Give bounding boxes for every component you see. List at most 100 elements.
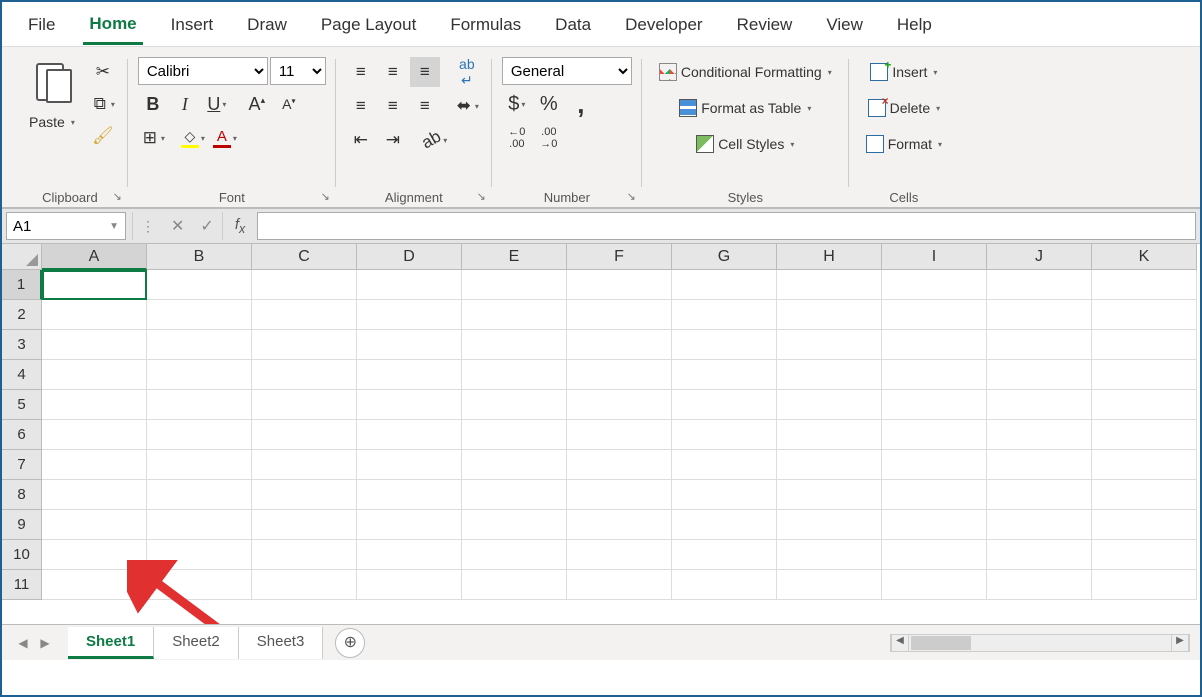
cell-H7[interactable] — [777, 450, 882, 480]
cell-K3[interactable] — [1092, 330, 1197, 360]
tab-review[interactable]: Review — [731, 11, 799, 43]
horizontal-scrollbar[interactable]: ◀ ▶ — [890, 634, 1190, 652]
cell-C10[interactable] — [252, 540, 357, 570]
cell-A9[interactable] — [42, 510, 147, 540]
cell-G11[interactable] — [672, 570, 777, 600]
cell-G7[interactable] — [672, 450, 777, 480]
cell-G1[interactable] — [672, 270, 777, 300]
cell-G10[interactable] — [672, 540, 777, 570]
cell-K7[interactable] — [1092, 450, 1197, 480]
cell-G3[interactable] — [672, 330, 777, 360]
cell-B9[interactable] — [147, 510, 252, 540]
cell-I2[interactable] — [882, 300, 987, 330]
cell-K11[interactable] — [1092, 570, 1197, 600]
cell-F6[interactable] — [567, 420, 672, 450]
cell-F5[interactable] — [567, 390, 672, 420]
font-name-select[interactable]: Calibri — [138, 57, 268, 85]
row-header-9[interactable]: 9 — [2, 510, 42, 540]
comma-button[interactable]: , — [566, 89, 596, 119]
cell-A3[interactable] — [42, 330, 147, 360]
sheet-tab-sheet3[interactable]: Sheet3 — [239, 627, 324, 659]
currency-button[interactable]: $ — [502, 89, 532, 119]
format-as-table-button[interactable]: Format as Table — [652, 93, 839, 123]
cell-I10[interactable] — [882, 540, 987, 570]
shrink-font-button[interactable]: A▾ — [274, 89, 304, 119]
column-header-D[interactable]: D — [357, 244, 462, 270]
column-header-C[interactable]: C — [252, 244, 357, 270]
cell-G5[interactable] — [672, 390, 777, 420]
enter-icon[interactable]: ✓ — [200, 216, 213, 236]
cell-A8[interactable] — [42, 480, 147, 510]
sheet-nav-next[interactable]: ▶ — [34, 632, 56, 654]
cell-C5[interactable] — [252, 390, 357, 420]
cell-B2[interactable] — [147, 300, 252, 330]
italic-button[interactable]: I — [170, 89, 200, 119]
borders-button[interactable]: ⊞ — [138, 123, 168, 153]
row-header-5[interactable]: 5 — [2, 390, 42, 420]
cell-J9[interactable] — [987, 510, 1092, 540]
wrap-text-button[interactable]: ab↵ — [452, 57, 482, 87]
cell-H11[interactable] — [777, 570, 882, 600]
cell-D10[interactable] — [357, 540, 462, 570]
format-cells-button[interactable]: Format — [859, 129, 949, 159]
cell-D9[interactable] — [357, 510, 462, 540]
cell-D8[interactable] — [357, 480, 462, 510]
cell-F3[interactable] — [567, 330, 672, 360]
cell-A6[interactable] — [42, 420, 147, 450]
cell-J11[interactable] — [987, 570, 1092, 600]
format-painter-button[interactable]: 🖌 — [88, 121, 118, 151]
font-color-button[interactable]: A — [210, 123, 240, 153]
tab-file[interactable]: File — [22, 11, 61, 43]
sheet-tab-sheet2[interactable]: Sheet2 — [154, 627, 239, 659]
cell-B5[interactable] — [147, 390, 252, 420]
cell-F2[interactable] — [567, 300, 672, 330]
cell-I5[interactable] — [882, 390, 987, 420]
delete-cells-button[interactable]: Delete — [859, 93, 949, 123]
cell-E3[interactable] — [462, 330, 567, 360]
cell-E8[interactable] — [462, 480, 567, 510]
cell-E5[interactable] — [462, 390, 567, 420]
cell-C2[interactable] — [252, 300, 357, 330]
cell-C7[interactable] — [252, 450, 357, 480]
cell-G6[interactable] — [672, 420, 777, 450]
cell-A5[interactable] — [42, 390, 147, 420]
cell-D4[interactable] — [357, 360, 462, 390]
column-header-G[interactable]: G — [672, 244, 777, 270]
row-header-7[interactable]: 7 — [2, 450, 42, 480]
select-all-corner[interactable] — [2, 244, 42, 270]
increase-indent-button[interactable]: ⇥ — [378, 125, 408, 155]
cell-I3[interactable] — [882, 330, 987, 360]
merge-center-button[interactable]: ⬌ — [452, 91, 482, 121]
cell-K10[interactable] — [1092, 540, 1197, 570]
cell-J1[interactable] — [987, 270, 1092, 300]
cell-J6[interactable] — [987, 420, 1092, 450]
bold-button[interactable]: B — [138, 89, 168, 119]
cell-C11[interactable] — [252, 570, 357, 600]
cell-F10[interactable] — [567, 540, 672, 570]
cell-I9[interactable] — [882, 510, 987, 540]
cell-H1[interactable] — [777, 270, 882, 300]
cell-I1[interactable] — [882, 270, 987, 300]
insert-cells-button[interactable]: Insert — [859, 57, 949, 87]
cell-J2[interactable] — [987, 300, 1092, 330]
percent-button[interactable]: % — [534, 89, 564, 119]
tab-help[interactable]: Help — [891, 11, 938, 43]
row-header-4[interactable]: 4 — [2, 360, 42, 390]
cell-K6[interactable] — [1092, 420, 1197, 450]
cell-D3[interactable] — [357, 330, 462, 360]
cell-E11[interactable] — [462, 570, 567, 600]
increase-decimal-button[interactable]: ←0.00 — [502, 123, 532, 153]
tab-data[interactable]: Data — [549, 11, 597, 43]
font-size-select[interactable]: 11 — [270, 57, 326, 85]
name-box[interactable]: A1▼ — [6, 212, 126, 240]
cell-F1[interactable] — [567, 270, 672, 300]
cell-H10[interactable] — [777, 540, 882, 570]
copy-button[interactable]: ⧉ — [88, 89, 118, 119]
cell-G4[interactable] — [672, 360, 777, 390]
tab-formulas[interactable]: Formulas — [444, 11, 527, 43]
cell-K5[interactable] — [1092, 390, 1197, 420]
add-sheet-button[interactable]: ⊕ — [335, 628, 365, 658]
cell-B3[interactable] — [147, 330, 252, 360]
cell-I4[interactable] — [882, 360, 987, 390]
cell-D11[interactable] — [357, 570, 462, 600]
